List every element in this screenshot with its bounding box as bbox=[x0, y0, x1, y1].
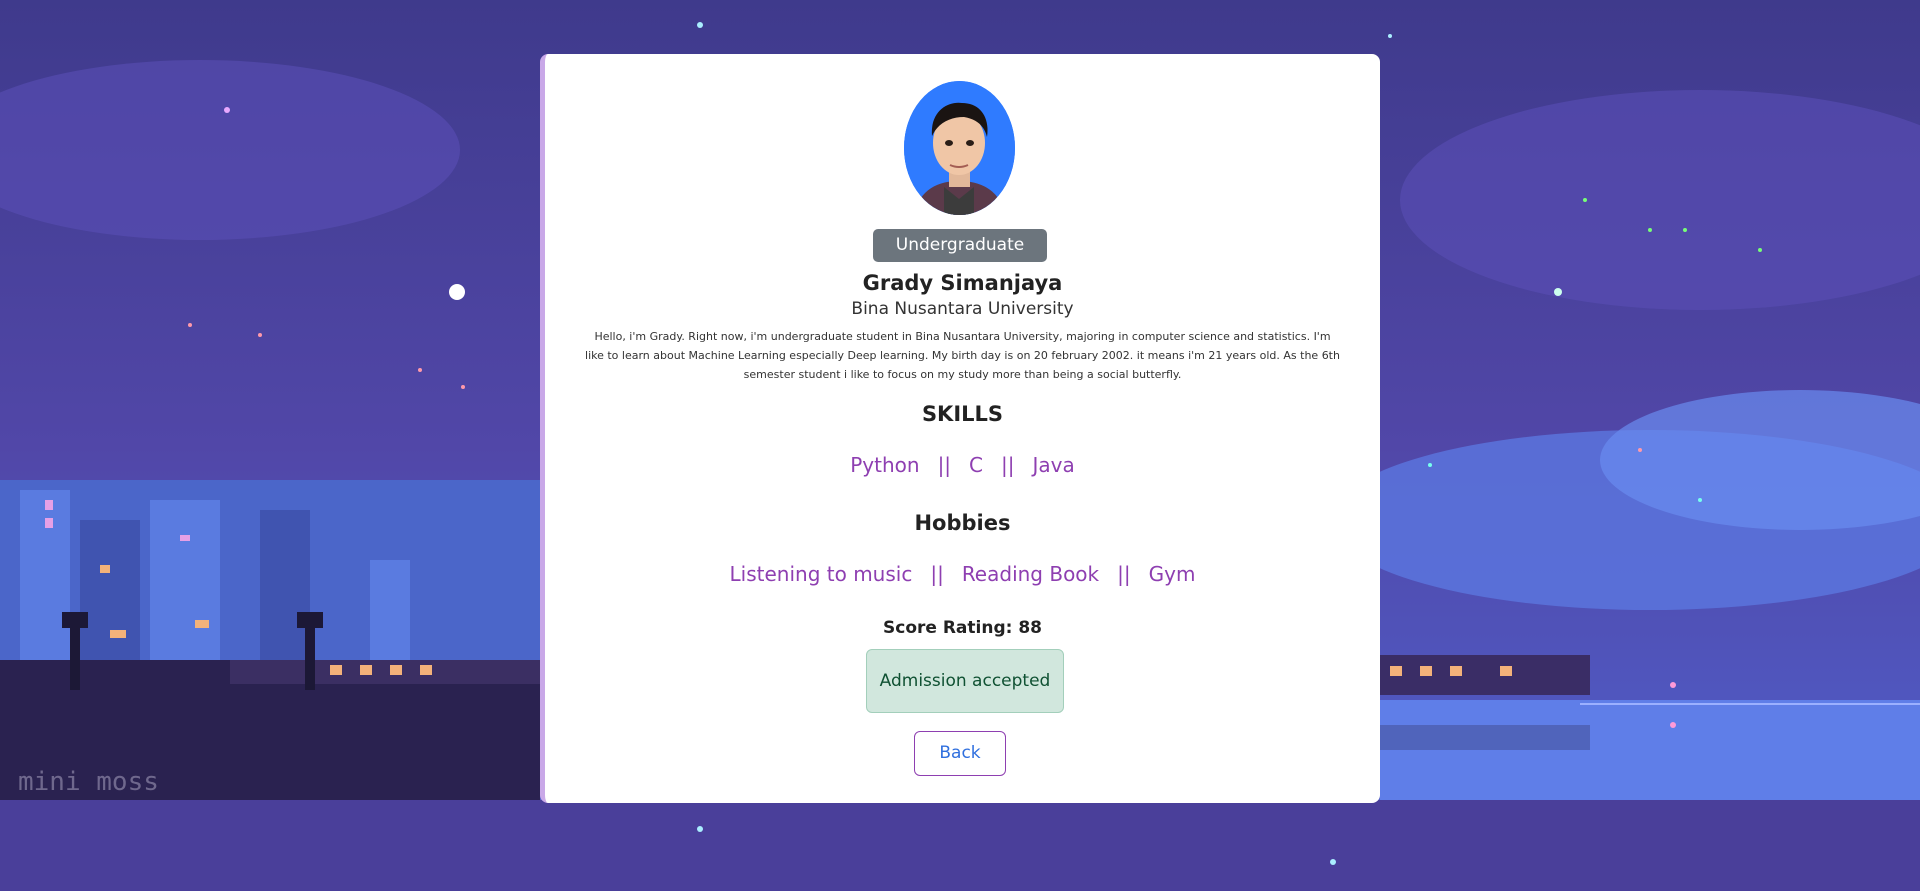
back-button[interactable]: Back bbox=[914, 731, 1006, 776]
separator: || bbox=[1117, 562, 1131, 586]
hobby-item: Reading Book bbox=[961, 562, 1100, 586]
separator: || bbox=[930, 562, 944, 586]
hobby-item: Gym bbox=[1148, 562, 1196, 586]
separator: || bbox=[937, 453, 952, 477]
profile-name: Grady Simanjaya bbox=[862, 271, 1063, 295]
skills-list: Python || C || Java bbox=[545, 453, 1380, 477]
skill-item: Python bbox=[850, 453, 920, 477]
status-badge: Undergraduate bbox=[873, 229, 1047, 262]
profile-avatar bbox=[904, 81, 1015, 215]
score-rating: Score Rating: 88 bbox=[883, 618, 1042, 638]
watermark: mini moss bbox=[18, 767, 159, 797]
profile-card: Undergraduate Grady Simanjaya Bina Nusan… bbox=[540, 54, 1380, 803]
admission-alert: Admission accepted bbox=[866, 649, 1064, 713]
decorative-dot bbox=[449, 284, 465, 300]
hobbies-heading: Hobbies bbox=[914, 511, 1011, 535]
avatar-image bbox=[904, 81, 1015, 215]
hobbies-list: Listening to music || Reading Book || Gy… bbox=[545, 562, 1380, 586]
profile-bio: Hello, i'm Grady. Right now, i'm undergr… bbox=[585, 330, 1340, 381]
profile-university: Bina Nusantara University bbox=[851, 299, 1074, 319]
skills-heading: SKILLS bbox=[921, 402, 1004, 426]
skill-item: Java bbox=[1032, 453, 1075, 477]
separator: || bbox=[1001, 453, 1015, 477]
hobby-item: Listening to music bbox=[729, 562, 913, 586]
skill-item: C bbox=[969, 453, 984, 477]
